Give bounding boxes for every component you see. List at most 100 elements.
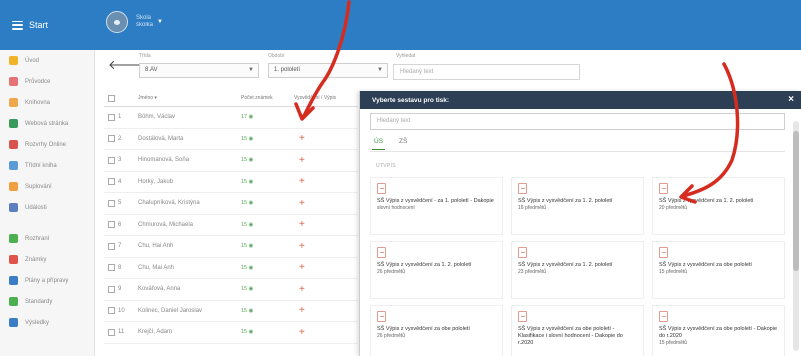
sidebar-item-icon (9, 234, 18, 243)
table-row[interactable]: 3 Hinomanová, Soňa 15 ◉ + (104, 150, 358, 172)
row-checkbox[interactable]: 10 (104, 307, 138, 315)
sidebar-item[interactable]: Webová stránka (0, 113, 94, 134)
report-card[interactable]: SŠ Výpis z vysvědčení za 1. 2. pololetí 1… (511, 177, 644, 235)
pdf-file-icon (518, 247, 527, 258)
period-select[interactable]: 1. pololetí ▼ (268, 63, 388, 78)
table-row[interactable]: 10 Kolinec, Daniel Jaroslav 15 ◉ + (104, 301, 358, 322)
add-report-button[interactable]: + (294, 262, 358, 273)
row-checkbox[interactable]: 1 (104, 113, 138, 121)
add-report-button[interactable]: + (294, 198, 358, 209)
pdf-file-icon (659, 311, 668, 322)
search-filter-label: Vyhledat (396, 53, 416, 59)
sidebar-item-icon (9, 140, 18, 149)
report-card[interactable]: SŠ Výpis z vysvědčení za obe pololetí - … (511, 305, 644, 356)
add-report-button[interactable]: + (294, 133, 358, 144)
student-name: Chalupníková, Kristýna (138, 200, 200, 207)
dialog-search-input[interactable]: Hledaný text (370, 113, 785, 130)
table-row[interactable]: 7 Chu, Hai Anh 15 ◉ + (104, 236, 358, 258)
top-bar: Start Škola školka ▼ (0, 0, 801, 50)
report-subtitle: 15 předmětů (659, 269, 688, 275)
table-row[interactable]: 6 Chmurová, Michaela 15 ◉ + (104, 215, 358, 236)
report-title: SŠ Výpis z vysvědčení za obe pololetí - … (518, 326, 623, 346)
row-checkbox[interactable]: 2 (104, 135, 138, 143)
table-row[interactable]: 11 Krejčí, Adam 15 ◉ + (104, 322, 358, 344)
row-checkbox[interactable]: 4 (104, 178, 138, 186)
tab-zs[interactable]: ZŠ (397, 138, 409, 150)
row-checkbox[interactable]: 3 (104, 156, 138, 164)
section-label: UTVPIS (376, 163, 396, 169)
add-report-button[interactable]: + (294, 155, 358, 166)
add-report-button[interactable]: + (294, 241, 358, 252)
row-checkbox[interactable]: 5 (104, 199, 138, 207)
report-card[interactable]: SŠ Výpis z vysvědčení za 1. 2. pololetí 2… (652, 177, 785, 235)
report-card[interactable]: SŠ Výpis z vysvědčení za 1. 2. pololetí 2… (511, 241, 644, 299)
report-title: SŠ Výpis z vysvědčení za obe pololetí (659, 262, 752, 268)
grade-count: 15 ◉ (241, 243, 254, 250)
chevron-down-icon: ▼ (377, 67, 383, 73)
table-row[interactable]: 5 Chalupníková, Kristýna 15 ◉ + (104, 193, 358, 215)
sidebar: Úvod Průvodce Knihovna Webová stránka Rozvrh… (0, 50, 95, 356)
row-checkbox[interactable]: 9 (104, 285, 138, 293)
pdf-file-icon (377, 311, 386, 322)
report-title: SŠ Výpis z vysvědčení za 1. 2. pololetí (659, 198, 754, 204)
grade-count: 15 ◉ (241, 200, 254, 207)
search-input[interactable]: Hledaný text (393, 64, 580, 80)
row-checkbox[interactable]: 6 (104, 221, 138, 229)
row-number: 8 (118, 264, 122, 271)
table-row[interactable]: 2 Dostálová, Marta 15 ◉ + (104, 129, 358, 150)
sidebar-item[interactable]: Knihovna (0, 92, 94, 113)
sidebar-item[interactable]: Výsledky (0, 312, 94, 333)
table-row[interactable]: 9 Kovářová, Anna 15 ◉ + (104, 279, 358, 301)
grade-count: 17 ◉ (241, 114, 254, 121)
chevron-down-icon: ▼ (248, 67, 254, 73)
start-menu-button[interactable]: Start (0, 0, 95, 50)
add-report-button[interactable]: + (294, 327, 358, 338)
table-row[interactable]: 8 Chu, Mai Anh 15 ◉ + (104, 258, 358, 279)
table-row[interactable]: 1 Böhm, Václav 17 ◉ + (104, 107, 358, 129)
add-report-button[interactable]: + (294, 284, 358, 295)
report-card[interactable]: SŠ Výpis z vysvědčení za obe pololetí 15 … (652, 241, 785, 299)
select-all-checkbox[interactable] (104, 94, 138, 102)
report-card[interactable]: SŠ Výpis z vysvědčení za obe pololetí - … (652, 305, 785, 356)
sidebar-item-icon (9, 119, 18, 128)
sidebar-item-label: Suplování (25, 183, 52, 190)
close-icon[interactable]: × (788, 94, 794, 105)
report-card[interactable]: SŠ Výpis z vysvědčení za obe pololetí 26 … (370, 305, 503, 356)
sidebar-item[interactable]: Rozhraní (0, 228, 94, 249)
report-card[interactable]: SŠ Výpis z vysvědčení - za 1. pololetí -… (370, 177, 503, 235)
sidebar-item[interactable]: Suplování (0, 176, 94, 197)
tab-us[interactable]: ÚS (372, 138, 386, 150)
student-name: Horký, Jakub (138, 178, 174, 185)
student-name: Dostálová, Marta (138, 135, 184, 142)
sidebar-item[interactable]: Standardy (0, 291, 94, 312)
sidebar-item[interactable]: Známky (0, 249, 94, 270)
report-subtitle: 26 předmětů (377, 333, 406, 339)
add-report-button[interactable]: + (294, 176, 358, 187)
row-checkbox[interactable]: 11 (104, 328, 138, 336)
column-header-name[interactable]: Jméno ▾ (138, 95, 241, 101)
add-report-button[interactable]: + (294, 112, 358, 123)
sidebar-item-icon (9, 77, 18, 86)
sidebar-item[interactable]: Události (0, 197, 94, 218)
school-selector[interactable]: Škola školka ▼ (106, 11, 163, 33)
row-checkbox[interactable]: 8 (104, 264, 138, 272)
report-picker-dialog: Vyberte sestavu pro tisk: × Hledaný text… (359, 91, 801, 356)
table-row[interactable]: 4 Horký, Jakub 15 ◉ + (104, 172, 358, 193)
sidebar-item-icon (9, 56, 18, 65)
dialog-tabs: ÚS ZŠ (372, 138, 421, 150)
sidebar-item[interactable]: Průvodce (0, 71, 94, 92)
row-number: 3 (118, 157, 122, 164)
row-checkbox[interactable]: 7 (104, 242, 138, 250)
class-select[interactable]: 8.AV ▼ (139, 63, 259, 78)
sidebar-item[interactable]: Třídní kniha (0, 155, 94, 176)
period-filter-label: Období (268, 53, 285, 59)
scrollbar-thumb[interactable] (793, 131, 799, 271)
sidebar-item[interactable]: Rozvrhy Online (0, 134, 94, 155)
sidebar-item[interactable]: Plány a přípravy (0, 270, 94, 291)
report-card[interactable]: SŠ Výpis z vysvědčení za 1. 2. pololetí 2… (370, 241, 503, 299)
dialog-scrollbar[interactable] (793, 121, 799, 351)
sidebar-item[interactable]: Úvod (0, 50, 94, 71)
add-report-button[interactable]: + (294, 219, 358, 230)
add-report-button[interactable]: + (294, 305, 358, 316)
back-arrow-icon[interactable]: 🡐 (108, 57, 143, 73)
